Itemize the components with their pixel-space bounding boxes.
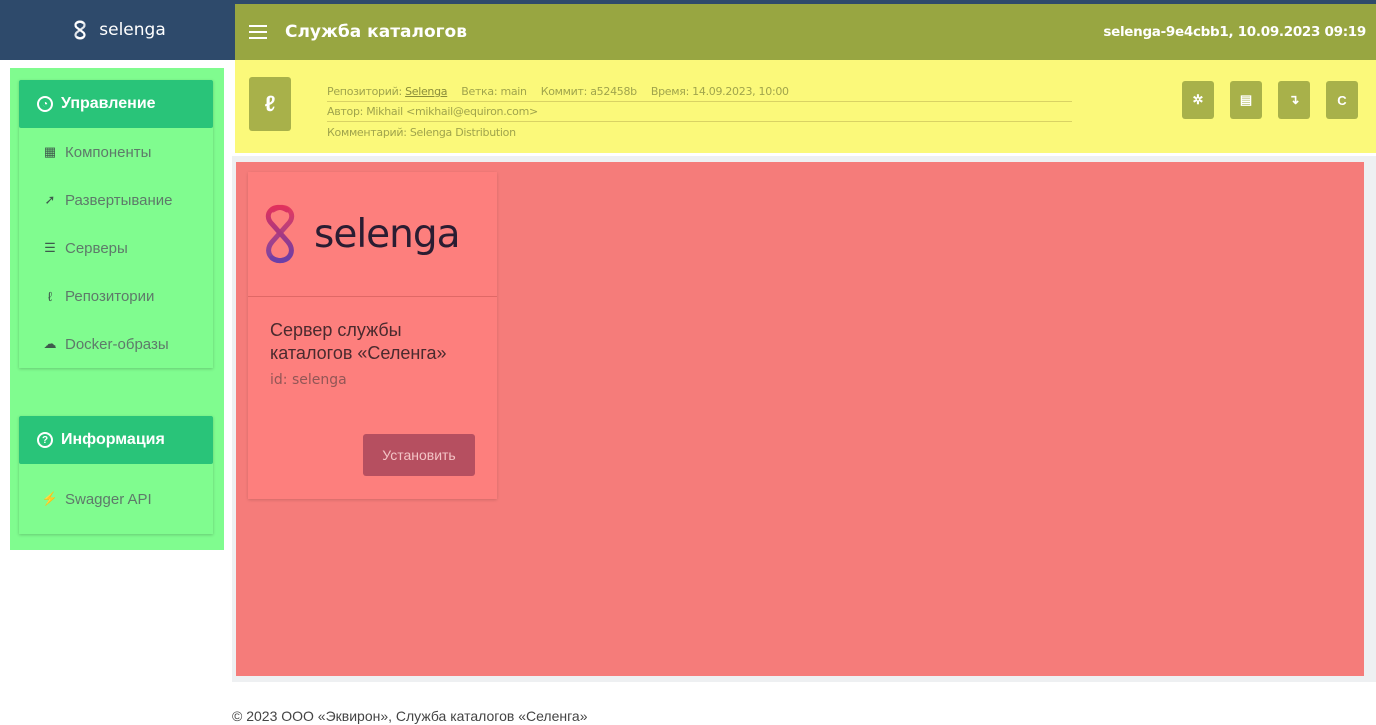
refresh-icon: C [1337,92,1347,108]
card-body: Сервер службы каталогов «Селенга» id: se… [248,297,497,388]
sidebar-item-docker-images[interactable]: ☁ Docker-образы [19,320,213,368]
footer: © 2023 ООО «Эквирон», Служба каталогов «… [232,708,588,724]
sidebar-item-label: Развертывание [65,191,173,209]
grid-icon: ▦ [43,144,57,159]
sidebar-item-label: Серверы [65,239,128,257]
repository-info-bar: ℓ Репозиторий: Selenga Ветка: main Комми… [235,60,1376,153]
install-button[interactable]: Установить [363,434,475,476]
server-icon: ☰ [44,240,56,255]
brand-name: selenga [99,20,166,40]
document-icon: ▤ [1239,92,1253,107]
card-logo-text: selenga [314,211,461,257]
sidebar-header-management[interactable]: ◔ Управление [19,80,213,128]
download-icon: ↴ [1288,92,1300,107]
sidebar-item-label: Swagger API [65,490,152,508]
commit-text: Коммит: a52458b [540,85,637,98]
card-title: Сервер службы каталогов «Селенга» [270,320,447,363]
sidebar-item-swagger-api[interactable]: ⚡ Swagger API [19,464,213,534]
settings-button[interactable]: ✲ [1182,81,1214,119]
sidebar-item-label: Репозитории [65,287,155,305]
download-button[interactable]: ↴ [1278,81,1310,119]
sidebar-item-servers[interactable]: ☰ Серверы [19,224,213,272]
sidebar: ◔ Управление ▦ Компоненты ➚ Развертывани… [10,68,224,550]
instance-info: selenga-9e4cbb1, 10.09.2023 09:19 [1103,24,1366,40]
sidebar-header-label: Информация [61,431,165,448]
repository-link[interactable]: Selenga [405,85,447,98]
repository-details: Репозиторий: Selenga Ветка: main Коммит:… [327,82,1072,142]
gauge-icon: ◔ [37,96,53,112]
card-logo: selenga [248,172,497,297]
branch-button[interactable]: ℓ [249,77,291,131]
settings-icon: ✲ [1192,92,1204,107]
plug-icon: ⚡ [41,491,59,506]
sidebar-item-label: Docker-образы [65,335,169,353]
sidebar-item-repositories[interactable]: ℓ Репозитории [19,272,213,320]
sidebar-section-management: ◔ Управление ▦ Компоненты ➚ Развертывани… [19,80,213,368]
selenga-logo-icon [265,204,295,264]
menu-toggle-icon[interactable] [249,25,267,39]
sidebar-section-info: ? Информация ⚡ Swagger API [19,416,213,534]
selenga-logo-icon [74,20,86,40]
refresh-button[interactable]: C [1326,81,1358,119]
card-id: id: selenga [270,372,347,388]
repository-label: Репозиторий: [327,85,402,98]
branch-icon: ℓ [264,91,276,116]
time-text: Время: 14.09.2023, 10:00 [650,85,789,98]
paper-plane-icon: ➚ [44,192,56,207]
sidebar-header-info[interactable]: ? Информация [19,416,213,464]
cloud-icon: ☁ [43,336,57,351]
author-text: Автор: Mikhail <mikhail@equiron.com> [327,105,538,118]
top-bar: Служба каталогов selenga-9e4cbb1, 10.09.… [235,0,1376,60]
comment-text: Комментарий: Selenga Distribution [327,125,516,139]
sidebar-item-components[interactable]: ▦ Компоненты [19,128,213,176]
branch-icon: ℓ [47,288,53,304]
sidebar-item-deployment[interactable]: ➚ Развертывание [19,176,213,224]
repository-actions: ✲ ▤ ↴ C [1182,81,1358,119]
component-card: selenga Сервер службы каталогов «Селенга… [248,172,497,499]
brand-header[interactable]: selenga [0,0,235,60]
branch-text: Ветка: main [461,85,527,98]
sidebar-item-label: Компоненты [65,143,152,161]
page-title: Служба каталогов [285,22,467,42]
document-button[interactable]: ▤ [1230,81,1262,119]
sidebar-header-label: Управление [61,95,156,112]
question-icon: ? [37,432,53,448]
